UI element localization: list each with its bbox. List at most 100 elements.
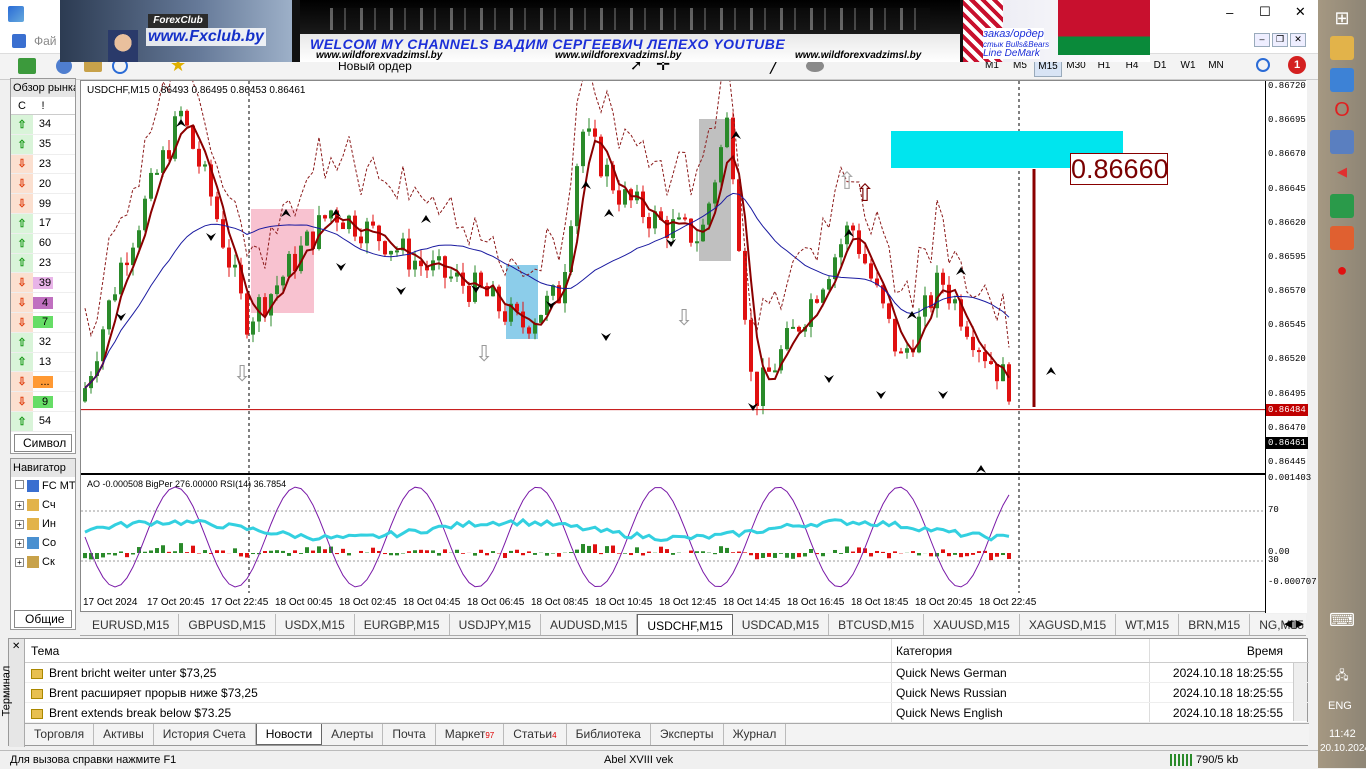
- tree-expand-icon[interactable]: +: [15, 501, 24, 510]
- market-row[interactable]: ⇩...: [11, 372, 75, 392]
- market-row[interactable]: ⇩4: [11, 293, 75, 313]
- symbol-tab[interactable]: EURUSD,M15: [80, 614, 179, 636]
- symbol-tab[interactable]: WT,M15: [1116, 614, 1179, 636]
- notification-badge[interactable]: 1: [1288, 56, 1306, 74]
- navigator-item[interactable]: +Со: [11, 534, 75, 553]
- symbol-tab[interactable]: XAUUSD,M15: [924, 614, 1020, 636]
- windows-start-icon[interactable]: ⊞: [1330, 6, 1354, 30]
- market-watch-tab[interactable]: Символ: [14, 434, 72, 452]
- timeframe-d1[interactable]: D1: [1146, 57, 1174, 77]
- app-icon-orange[interactable]: [1330, 226, 1354, 250]
- market-row[interactable]: ⇩7: [11, 313, 75, 333]
- explorer-icon[interactable]: [1330, 36, 1354, 60]
- menu-file[interactable]: Фай: [34, 34, 57, 48]
- app-icon-2[interactable]: [1330, 68, 1354, 92]
- tree-expand-icon[interactable]: +: [15, 558, 24, 567]
- col-change[interactable]: !: [33, 97, 53, 114]
- opera-icon[interactable]: O: [1330, 98, 1354, 122]
- timeframe-mn[interactable]: MN: [1202, 57, 1230, 77]
- tree-expand-icon[interactable]: [15, 480, 24, 489]
- mdi-close-button[interactable]: ✕: [1290, 33, 1306, 47]
- tree-expand-icon[interactable]: +: [15, 539, 24, 548]
- search-icon[interactable]: [1256, 58, 1270, 72]
- terminal-tab[interactable]: Новости: [256, 724, 322, 745]
- chart-window[interactable]: ⇩⇩⇩⇧⇧ USDCHF,M15 0.86493 0.86495 0.86453…: [80, 80, 1306, 612]
- ad-url-3[interactable]: www.wildforexvadzimsl.by: [795, 50, 921, 61]
- market-row[interactable]: ⇩99: [11, 194, 75, 214]
- navigator-item[interactable]: +Ск: [11, 553, 75, 572]
- symbol-tab[interactable]: USDCHF,M15: [637, 614, 732, 636]
- record-icon[interactable]: ●: [1330, 258, 1354, 282]
- market-row[interactable]: ⇧54: [11, 412, 75, 432]
- navigator-item[interactable]: +Ин: [11, 515, 75, 534]
- market-row[interactable]: ⇧13: [11, 353, 75, 373]
- symbol-tab[interactable]: BTCUSD,M15: [829, 614, 924, 636]
- terminal-tab[interactable]: Торговля: [25, 724, 94, 745]
- market-row[interactable]: ⇧35: [11, 135, 75, 155]
- navigator-tab[interactable]: Общие: [14, 610, 72, 628]
- navigator-item[interactable]: +Сч: [11, 496, 75, 515]
- terminal-tab[interactable]: Почта: [383, 724, 435, 745]
- maximize-button[interactable]: ☐: [1247, 0, 1282, 24]
- terminal-tab[interactable]: История Счета: [154, 724, 256, 745]
- mdi-restore-button[interactable]: ❐: [1272, 33, 1288, 47]
- timeframe-w1[interactable]: W1: [1174, 57, 1202, 77]
- news-row[interactable]: Brent extends break below $73.25Quick Ne…: [25, 703, 1309, 723]
- tree-expand-icon[interactable]: +: [15, 520, 24, 529]
- clock-date[interactable]: 20.10.2024: [1310, 743, 1366, 754]
- news-row[interactable]: Brent расширяет прорыв ниже $73,25Quick …: [25, 683, 1309, 703]
- clock-time[interactable]: 11:42: [1329, 728, 1356, 740]
- symbol-tab[interactable]: AUDUSD,M15: [541, 614, 637, 636]
- time-axis[interactable]: 17 Oct 202417 Oct 20:4517 Oct 22:4518 Oc…: [81, 593, 1265, 613]
- calculator-icon[interactable]: [1330, 194, 1354, 218]
- news-col-topic[interactable]: Тема: [25, 639, 891, 662]
- network-icon[interactable]: 🖧: [1330, 664, 1354, 688]
- terminal-tab[interactable]: Активы: [94, 724, 154, 745]
- terminal-tab[interactable]: Статьи4: [504, 724, 566, 745]
- pane-divider[interactable]: [81, 473, 1265, 475]
- terminal-tab[interactable]: Эксперты: [651, 724, 724, 745]
- market-row[interactable]: ⇩23: [11, 155, 75, 175]
- market-row[interactable]: ⇧23: [11, 254, 75, 274]
- new-chart-icon[interactable]: [18, 58, 36, 74]
- tab-scroll[interactable]: ◀ ▶: [1284, 617, 1304, 630]
- market-row[interactable]: ⇧32: [11, 333, 75, 353]
- market-row[interactable]: ⇩9: [11, 392, 75, 412]
- symbol-tab[interactable]: XAGUSD,M15: [1020, 614, 1116, 636]
- ad-url-1[interactable]: www.wildforexvadzimsl.by: [316, 50, 442, 61]
- terminal-close-icon[interactable]: ✕: [12, 641, 20, 652]
- terminal-tab[interactable]: Библиотека: [567, 724, 651, 745]
- symbol-tab[interactable]: GBPUSD,M15: [179, 614, 275, 636]
- market-row[interactable]: ⇧17: [11, 214, 75, 234]
- news-col-time[interactable]: Время: [1149, 639, 1291, 662]
- language-indicator[interactable]: ENG: [1328, 700, 1352, 712]
- terminal-tab[interactable]: Журнал: [724, 724, 787, 745]
- symbol-tab[interactable]: USDCAD,M15: [733, 614, 829, 636]
- mdi-minimize-button[interactable]: ‒: [1254, 33, 1270, 47]
- symbol-tab[interactable]: BRN,M15: [1179, 614, 1250, 636]
- close-button[interactable]: ✕: [1283, 0, 1318, 24]
- terminal-tab-label: История Счета: [163, 727, 246, 741]
- market-row[interactable]: ⇧34: [11, 115, 75, 135]
- news-col-category[interactable]: Категория: [891, 639, 1149, 662]
- col-symbol[interactable]: С: [11, 97, 33, 114]
- terminal-tab[interactable]: Маркет97: [436, 724, 505, 745]
- forexclub-url[interactable]: www.Fxclub.by: [146, 28, 266, 46]
- minimize-button[interactable]: ‒: [1212, 0, 1247, 24]
- symbol-tab[interactable]: USDJPY,M15: [450, 614, 541, 636]
- market-row[interactable]: ⇩20: [11, 174, 75, 194]
- price-tick: 0.86545: [1268, 320, 1306, 330]
- ad-url-2[interactable]: www.wildforexvadzimsl.by: [555, 50, 681, 61]
- symbol-tab[interactable]: EURGBP,M15: [355, 614, 450, 636]
- news-row[interactable]: Brent bricht weiter unter $73,25Quick Ne…: [25, 663, 1309, 683]
- market-row[interactable]: ⇧60: [11, 234, 75, 254]
- news-scrollbar[interactable]: [1293, 663, 1307, 721]
- symbol-tab[interactable]: USDX,M15: [276, 614, 355, 636]
- navigator-item[interactable]: FC MT: [11, 477, 75, 496]
- market-row[interactable]: ⇩39: [11, 273, 75, 293]
- settings-icon[interactable]: [1330, 130, 1354, 154]
- terminal-tab[interactable]: Алерты: [322, 724, 383, 745]
- price-axis[interactable]: 0.867200.866950.866700.866450.866200.865…: [1265, 81, 1307, 613]
- keyboard-icon[interactable]: ⌨: [1330, 608, 1354, 632]
- volume-icon[interactable]: ◀: [1330, 160, 1354, 184]
